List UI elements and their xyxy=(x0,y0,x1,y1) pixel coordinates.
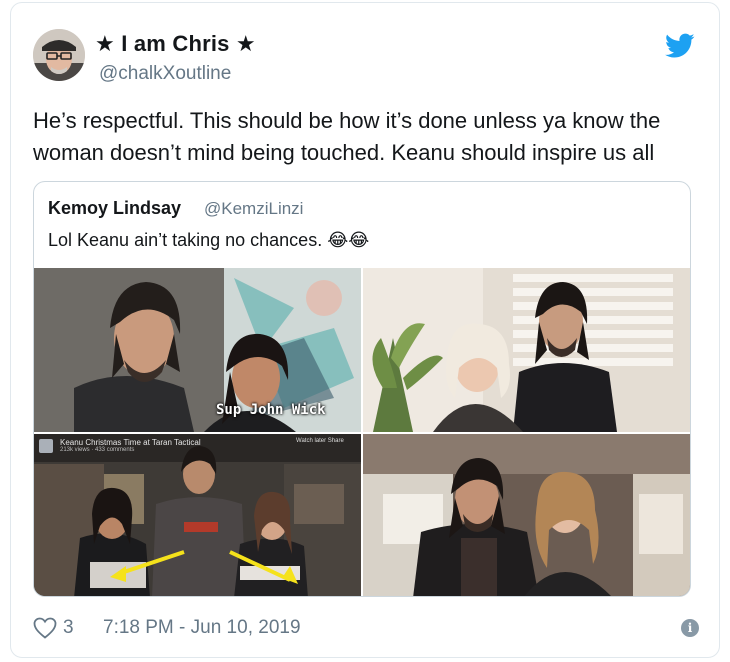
timestamp[interactable]: 7:18 PM - Jun 10, 2019 xyxy=(103,617,301,639)
video-title: Keanu Christmas Time at Taran Tactical xyxy=(60,438,201,447)
quoted-tweet-text: Lol Keanu ain’t taking no chances. 😂😂 xyxy=(48,230,370,250)
twitter-bird-icon[interactable] xyxy=(665,33,695,59)
photo-2[interactable] xyxy=(363,268,690,432)
photo-4[interactable] xyxy=(363,434,690,596)
info-icon[interactable]: i xyxy=(681,619,699,637)
photo-grid: Sup John Wick Keanu Christmas Time at Ta… xyxy=(34,268,690,596)
avatar[interactable] xyxy=(33,29,85,81)
video-controls[interactable]: Watch later Share xyxy=(296,438,344,444)
video-meta: 213k views · 433 comments xyxy=(60,447,135,453)
heart-icon[interactable] xyxy=(33,617,57,639)
user-handle[interactable]: @chalkXoutline xyxy=(99,63,231,85)
photo-3-video[interactable]: Keanu Christmas Time at Taran Tactical 2… xyxy=(34,434,361,596)
tweet-footer: 3 7:18 PM - Jun 10, 2019 i xyxy=(33,615,699,641)
tweet-card[interactable]: ★ I am Chris ★ @chalkXoutline He’s respe… xyxy=(10,2,720,658)
photo-caption: Sup John Wick xyxy=(216,402,326,418)
photo-1[interactable]: Sup John Wick xyxy=(34,268,361,432)
quoted-display-name[interactable]: Kemoy Lindsay xyxy=(48,198,181,219)
tweet-text: He’s respectful. This should be how it’s… xyxy=(33,108,661,165)
quoted-user-handle[interactable]: @KemziLinzi xyxy=(204,199,303,219)
display-name[interactable]: ★ I am Chris ★ xyxy=(95,31,256,57)
like-count[interactable]: 3 xyxy=(63,617,74,639)
quoted-tweet[interactable]: Kemoy Lindsay @KemziLinzi Lol Keanu ain’… xyxy=(33,181,691,597)
